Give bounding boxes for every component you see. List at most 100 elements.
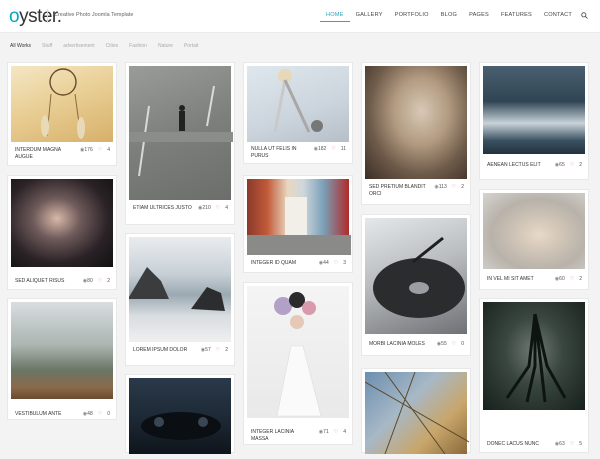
heart-icon[interactable]: ♡ — [452, 184, 456, 190]
filter-cities[interactable]: Cities — [106, 43, 119, 49]
filter-fashion[interactable]: Fashion — [129, 43, 147, 49]
gallery-card[interactable]: SED ALIQUET RISUS 80 ♡ 2 — [7, 175, 117, 290]
record-player-image[interactable] — [365, 218, 467, 334]
filter-advertisement[interactable]: advertisement — [63, 43, 94, 49]
gallery-card[interactable]: MORBI LACINIA MOLES 55 ♡ 0 — [361, 214, 471, 356]
likes-count: 5 — [579, 441, 582, 447]
heart-icon[interactable]: ♡ — [98, 411, 102, 417]
gallery-card[interactable]: LOREM IPSUM DOLOR 57 ♡ 2 — [125, 233, 235, 366]
card-meta: 182 ♡ 11 — [314, 146, 346, 152]
heart-icon[interactable]: ♡ — [570, 162, 574, 168]
gallery-card[interactable] — [361, 368, 471, 455]
logo-initial: o — [9, 6, 20, 27]
filter-portait[interactable]: Portait — [184, 43, 198, 49]
forest-image[interactable] — [11, 302, 113, 399]
views-count: 113 — [434, 184, 447, 190]
card-meta: 176 ♡ 4 — [80, 147, 110, 153]
dark-fork-image[interactable] — [483, 302, 585, 410]
heart-icon[interactable]: ♡ — [216, 347, 220, 353]
building-image[interactable] — [364, 371, 470, 455]
heart-icon[interactable]: ♡ — [331, 146, 335, 152]
filter-nature[interactable]: Nature — [158, 43, 173, 49]
views-count: 48 — [83, 411, 93, 417]
gallery-card[interactable]: IN VEL MI SIT AMET 60 ♡ 2 — [479, 189, 589, 290]
card-meta: 65 ♡ 2 — [555, 162, 582, 168]
likes-count: 3 — [343, 260, 346, 266]
filter-bar: All Works Stuff advertisement Cities Fas… — [10, 43, 198, 49]
gallery-card[interactable]: NULLA UT FELIS IN PURUS 182 ♡ 11 — [243, 62, 353, 164]
heart-icon[interactable]: ♡ — [98, 278, 102, 284]
likes-count: 2 — [225, 347, 228, 353]
blonde-woman-image[interactable] — [483, 193, 585, 269]
heart-icon[interactable]: ♡ — [334, 260, 338, 266]
card-meta: 44 ♡ 3 — [319, 260, 346, 266]
gamepad-image[interactable] — [129, 378, 231, 454]
card-meta: 80 ♡ 2 — [83, 278, 110, 284]
card-title[interactable]: SED PRETIUM BLANDIT ORCI — [369, 184, 429, 198]
card-meta: 60 ♡ 2 — [555, 276, 582, 282]
card-meta: 71 ♡ 4 — [319, 429, 346, 435]
card-meta: 48 ♡ 0 — [83, 411, 110, 417]
heart-icon[interactable]: ♡ — [452, 341, 456, 347]
scooter-image[interactable] — [247, 66, 349, 142]
likes-count: 4 — [107, 147, 110, 153]
ocean-waves-image[interactable] — [483, 66, 585, 154]
search-icon[interactable] — [581, 12, 588, 21]
likes-count: 0 — [107, 411, 110, 417]
card-title[interactable]: ETIAM ULTRICES JUSTO — [133, 205, 193, 212]
views-count: 210 — [198, 205, 210, 211]
portrait-woman-image[interactable] — [11, 179, 113, 267]
card-title[interactable]: INTEGER LACINIA MASSA — [251, 429, 311, 443]
heart-icon[interactable]: ♡ — [216, 205, 220, 211]
views-count: 80 — [83, 278, 93, 284]
card-title[interactable]: DONEC LACUS NUNC — [487, 441, 547, 448]
views-count: 57 — [201, 347, 211, 353]
gallery-card[interactable]: ETIAM ULTRICES JUSTO 210 ♡ 4 — [125, 62, 235, 225]
gallery-card[interactable]: DONEC LACUS NUNC 63 ♡ 5 — [479, 298, 589, 453]
likes-count: 2 — [461, 184, 464, 190]
heart-icon[interactable]: ♡ — [334, 429, 338, 435]
card-title[interactable]: INTEGER ID QUAM — [251, 260, 311, 267]
gallery-card[interactable]: INTERDUM MAGNA AUGUE 176 ♡ 4 — [7, 62, 117, 166]
card-title[interactable]: VESTIBULUM ANTE — [15, 411, 75, 418]
likes-count: 4 — [343, 429, 346, 435]
views-count: 182 — [314, 146, 326, 152]
seashore-image[interactable] — [129, 237, 231, 342]
dreamcatcher-image[interactable] — [11, 66, 113, 142]
nav-gallery[interactable]: GALLERY — [350, 12, 389, 22]
abstract-woman-image[interactable] — [365, 66, 467, 179]
site-tagline: Creative Photo Joomla Template — [54, 12, 134, 18]
heart-icon[interactable]: ♡ — [570, 441, 574, 447]
nav-contact[interactable]: CONTACT — [538, 12, 578, 22]
card-title[interactable]: IN VEL MI SIT AMET — [487, 276, 547, 283]
nav-home[interactable]: HOME — [319, 12, 350, 22]
card-title[interactable]: AENEAN LECTUS ELIT — [487, 162, 547, 169]
filter-stuff[interactable]: Stuff — [42, 43, 52, 49]
nav-features[interactable]: FEATURES — [495, 12, 538, 22]
gallery-card[interactable] — [125, 374, 235, 454]
logo-divider — [47, 9, 48, 23]
heart-icon[interactable]: ♡ — [98, 147, 102, 153]
fashion-model-image[interactable] — [247, 286, 349, 418]
gallery-card[interactable]: SED PRETIUM BLANDIT ORCI 113 ♡ 2 — [361, 62, 471, 205]
gallery-card[interactable]: INTEGER LACINIA MASSA 71 ♡ 4 — [243, 282, 353, 445]
card-title[interactable]: MORBI LACINIA MOLES — [369, 341, 429, 348]
gallery-card[interactable]: VESTIBULUM ANTE 48 ♡ 0 — [7, 298, 117, 420]
houses-street-image[interactable] — [247, 179, 351, 255]
likes-count: 0 — [461, 341, 464, 347]
street-image[interactable] — [129, 66, 233, 200]
card-title[interactable]: LOREM IPSUM DOLOR — [133, 347, 193, 354]
nav-blog[interactable]: BLOG — [435, 12, 463, 22]
gallery-card[interactable]: INTEGER ID QUAM 44 ♡ 3 — [243, 175, 353, 273]
card-title[interactable]: SED ALIQUET RISUS — [15, 278, 75, 285]
card-title[interactable]: INTERDUM MAGNA AUGUE — [15, 147, 75, 161]
views-count: 60 — [555, 276, 565, 282]
gallery-card[interactable]: AENEAN LECTUS ELIT 65 ♡ 2 — [479, 62, 589, 180]
filter-all-works[interactable]: All Works — [10, 43, 31, 49]
nav-pages[interactable]: PAGES — [463, 12, 495, 22]
views-count: 63 — [555, 441, 565, 447]
heart-icon[interactable]: ♡ — [570, 276, 574, 282]
card-title[interactable]: NULLA UT FELIS IN PURUS — [251, 146, 311, 160]
likes-count: 2 — [579, 276, 582, 282]
nav-portfolio[interactable]: PORTFOLIO — [389, 12, 435, 22]
